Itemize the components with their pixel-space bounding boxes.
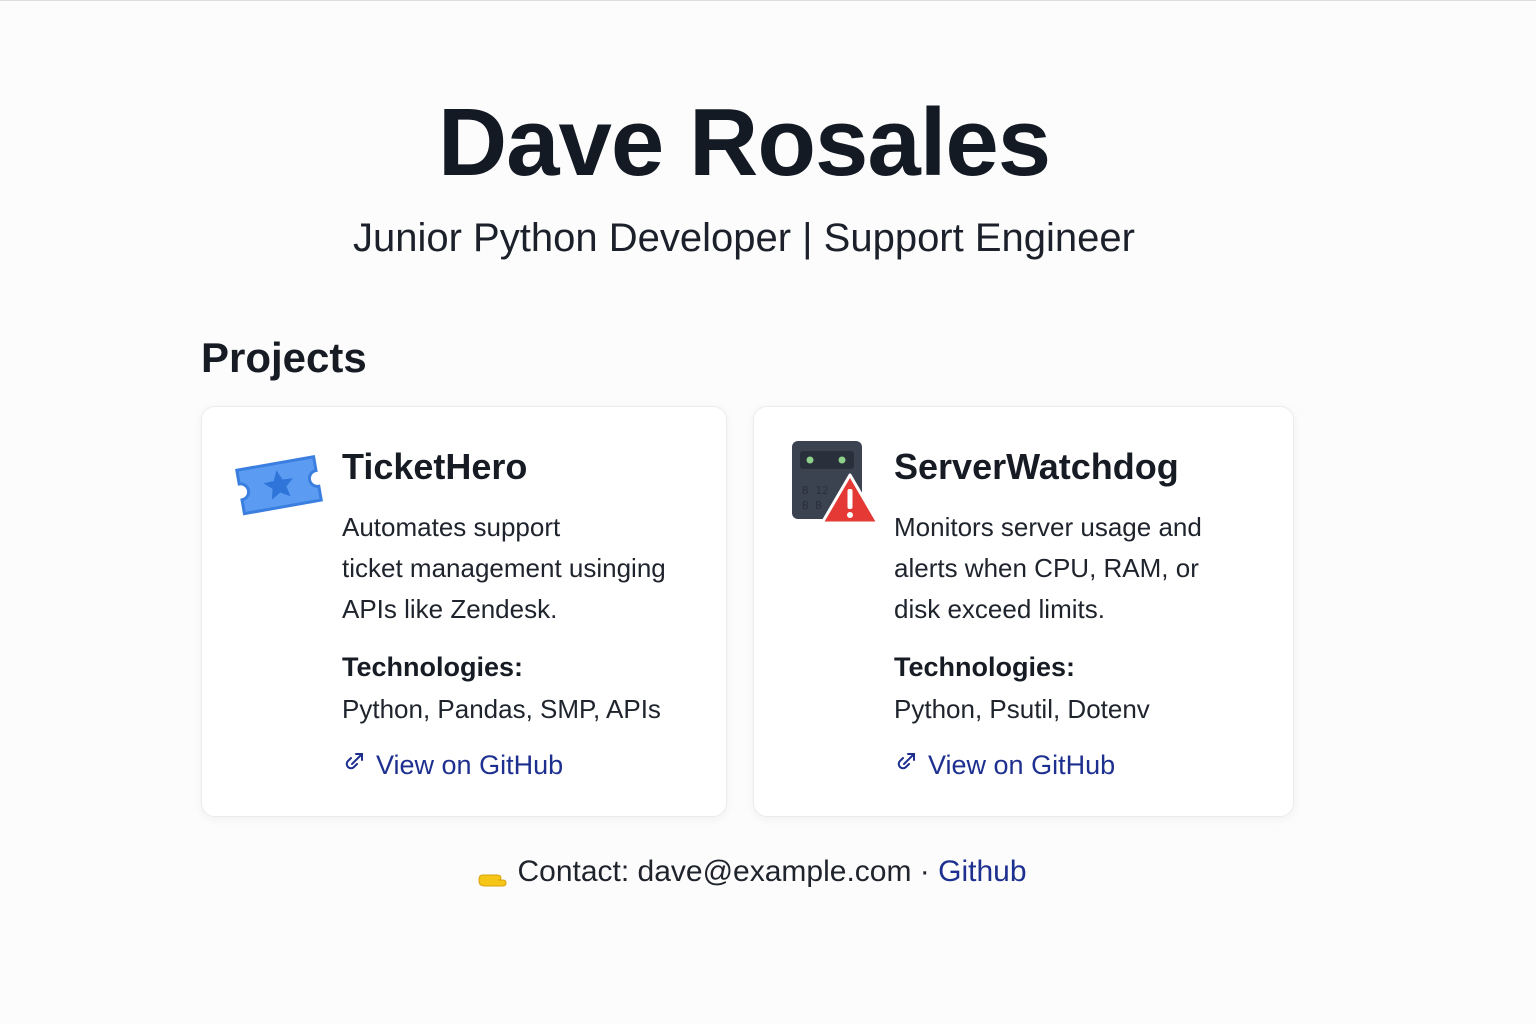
contact-text: Contact: dave@example.com · [517,855,939,888]
svg-text:B B: B B [802,499,822,512]
external-link-icon [342,747,366,783]
technologies-value: Python, Psutil, Dotenv [894,694,1150,724]
view-on-github-label: View on GitHub [928,750,1116,780]
view-on-github-label: View on GitHub [376,750,564,780]
pointing-hand-icon [477,862,507,887]
project-card-serverwatchdog: B 12 B B ServerWatchdog Monitors server … [753,406,1294,817]
top-divider [0,0,1536,1]
technologies-label: Technologies: [342,652,524,682]
project-description: Monitors server usage and alerts when CP… [894,512,1202,624]
external-link-icon [894,747,918,783]
technologies-label: Technologies: [894,652,1076,682]
svg-text:B 12: B 12 [802,484,829,497]
section-title-projects: Projects [201,334,367,381]
view-on-github-link[interactable]: View on GitHub [894,747,1115,783]
project-title: TicketHero [342,446,528,487]
page-title: Dave Rosales [437,89,1051,196]
server-alert-icon: B 12 B B [790,439,886,531]
view-on-github-link[interactable]: View on GitHub [342,747,563,783]
contact-footer: Contact: dave@example.com · Github [0,852,1504,892]
project-card-tickethero: TicketHero Automates support ticket mana… [201,406,727,817]
technologies-value: Python, Pandas, SMP, APIs [342,694,661,724]
github-link[interactable]: Github [938,855,1026,888]
project-description: Automates support ticket management usin… [342,512,666,624]
project-title: ServerWatchdog [894,446,1179,487]
page-subtitle: Junior Python Developer | Support Engine… [353,216,1135,260]
ticket-star-icon [232,439,328,531]
